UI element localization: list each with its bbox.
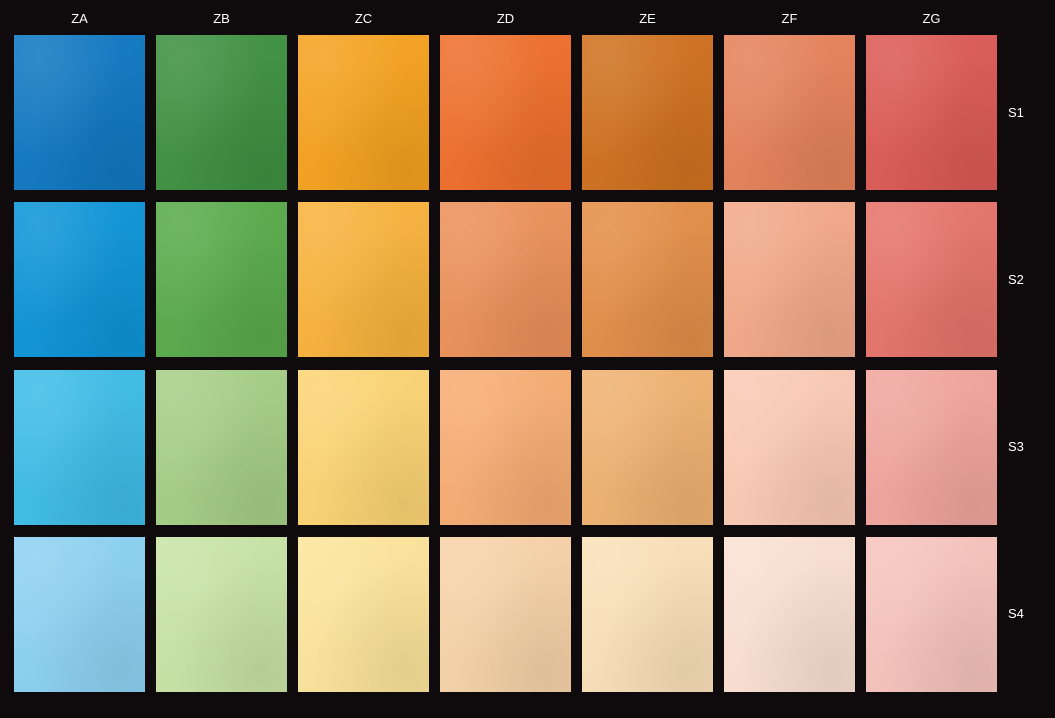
swatch-za-s1 — [14, 35, 145, 190]
swatch-texture — [866, 35, 997, 190]
swatch-texture — [14, 370, 145, 525]
swatch-texture — [582, 202, 713, 357]
swatch-texture — [156, 537, 287, 692]
swatch-ze-s3 — [582, 370, 713, 525]
swatch-texture — [14, 35, 145, 190]
swatch-ze-s2 — [582, 202, 713, 357]
column-label-zc: ZC — [354, 11, 373, 26]
swatch-texture — [724, 370, 855, 525]
swatch-texture — [156, 35, 287, 190]
row-label-s2: S2 — [1008, 272, 1024, 287]
swatch-za-s3 — [14, 370, 145, 525]
swatch-texture — [156, 370, 287, 525]
swatch-zg-s1 — [866, 35, 997, 190]
swatch-zc-s2 — [298, 202, 429, 357]
column-label-za: ZA — [71, 11, 88, 26]
column-label-ze: ZE — [639, 11, 656, 26]
swatch-zd-s4 — [440, 537, 571, 692]
column-label-zf: ZF — [781, 11, 798, 26]
column-label-zg: ZG — [922, 11, 941, 26]
swatch-texture — [724, 202, 855, 357]
swatch-zc-s3 — [298, 370, 429, 525]
swatch-zb-s3 — [156, 370, 287, 525]
swatch-zb-s4 — [156, 537, 287, 692]
swatch-zf-s2 — [724, 202, 855, 357]
swatch-za-s2 — [14, 202, 145, 357]
swatch-texture — [724, 35, 855, 190]
row-label-s4: S4 — [1008, 606, 1024, 621]
swatch-texture — [14, 537, 145, 692]
swatch-zf-s3 — [724, 370, 855, 525]
swatch-ze-s1 — [582, 35, 713, 190]
swatch-zb-s1 — [156, 35, 287, 190]
swatch-zc-s1 — [298, 35, 429, 190]
swatch-texture — [298, 35, 429, 190]
row-label-s3: S3 — [1008, 439, 1024, 454]
swatch-texture — [866, 370, 997, 525]
swatch-texture — [440, 35, 571, 190]
swatch-texture — [14, 202, 145, 357]
swatch-zc-s4 — [298, 537, 429, 692]
swatch-texture — [582, 537, 713, 692]
swatch-zg-s2 — [866, 202, 997, 357]
swatch-texture — [866, 202, 997, 357]
swatch-texture — [724, 537, 855, 692]
swatch-za-s4 — [14, 537, 145, 692]
swatch-zf-s4 — [724, 537, 855, 692]
swatch-texture — [440, 202, 571, 357]
swatch-zd-s2 — [440, 202, 571, 357]
swatch-texture — [298, 202, 429, 357]
swatch-zg-s4 — [866, 537, 997, 692]
swatch-zd-s3 — [440, 370, 571, 525]
swatch-texture — [298, 370, 429, 525]
swatch-texture — [156, 202, 287, 357]
column-label-zd: ZD — [496, 11, 515, 26]
column-label-zb: ZB — [213, 11, 230, 26]
swatch-texture — [582, 35, 713, 190]
row-label-s1: S1 — [1008, 105, 1024, 120]
swatch-texture — [866, 537, 997, 692]
swatch-zg-s3 — [866, 370, 997, 525]
swatch-ze-s4 — [582, 537, 713, 692]
swatch-zf-s1 — [724, 35, 855, 190]
swatch-texture — [440, 537, 571, 692]
swatch-zd-s1 — [440, 35, 571, 190]
swatch-texture — [582, 370, 713, 525]
swatch-texture — [440, 370, 571, 525]
swatch-zb-s2 — [156, 202, 287, 357]
swatch-texture — [298, 537, 429, 692]
